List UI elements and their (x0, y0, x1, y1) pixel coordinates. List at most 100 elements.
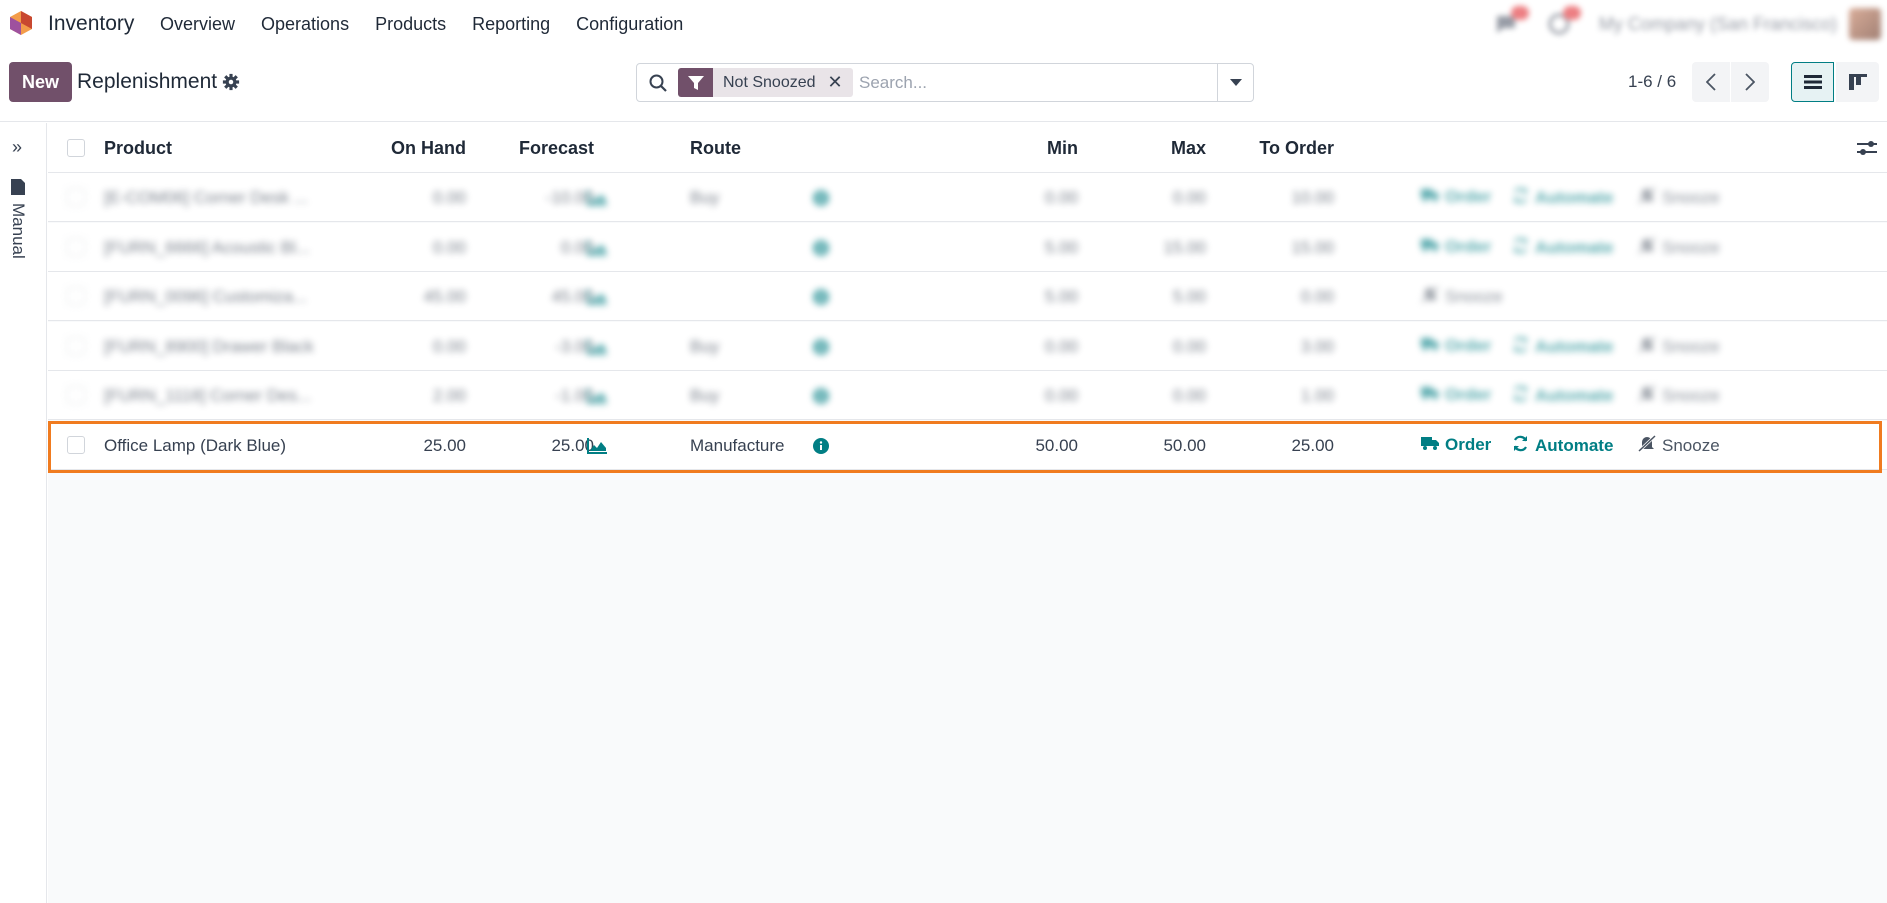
cell-route[interactable]: Buy (690, 188, 719, 208)
app-name[interactable]: Inventory (48, 12, 134, 36)
list-view-button[interactable] (1791, 62, 1834, 102)
cell-to-order[interactable]: 3.00 (1301, 337, 1334, 357)
cell-to-order[interactable]: 10.00 (1291, 188, 1334, 208)
column-forecast[interactable]: Forecast (519, 138, 594, 159)
pager-value[interactable]: 1-6 / 6 (1628, 72, 1676, 92)
cell-max[interactable]: 50.00 (1163, 436, 1206, 456)
order-button[interactable]: Order (1421, 336, 1491, 356)
info-icon[interactable] (813, 437, 829, 459)
search-options-toggle[interactable] (1217, 64, 1253, 101)
cell-min[interactable]: 0.00 (1045, 386, 1078, 406)
snooze-button[interactable]: Snooze (1637, 236, 1720, 259)
snooze-button[interactable]: Snooze (1420, 285, 1503, 308)
gear-icon[interactable] (222, 73, 240, 91)
cell-min[interactable]: 5.00 (1045, 238, 1078, 258)
info-icon[interactable] (813, 388, 829, 409)
order-button[interactable]: Order (1421, 187, 1491, 207)
odoo-app-logo-icon[interactable] (9, 10, 33, 36)
row-checkbox[interactable] (67, 386, 85, 404)
automate-button[interactable]: Automate (1512, 187, 1613, 209)
cell-product[interactable]: [FURN_1118] Corner Des... (104, 386, 311, 406)
activity-clock-icon[interactable] (1547, 6, 1581, 36)
info-icon[interactable] (813, 338, 829, 360)
column-route[interactable]: Route (690, 138, 741, 159)
select-all-checkbox[interactable] (67, 139, 85, 157)
menu-configuration[interactable]: Configuration (576, 14, 683, 35)
snooze-button[interactable]: Snooze (1637, 186, 1720, 209)
forecast-chart-icon[interactable] (587, 437, 607, 459)
expand-sidebar-icon[interactable]: » (12, 137, 22, 158)
cell-to-order[interactable]: 25.00 (1291, 436, 1334, 456)
order-button[interactable]: Order (1421, 237, 1491, 257)
info-icon[interactable] (813, 190, 829, 211)
info-icon[interactable] (813, 239, 829, 261)
remove-facet-icon[interactable]: ✕ (828, 72, 843, 93)
cell-max[interactable]: 0.00 (1173, 386, 1206, 406)
forecast-chart-icon[interactable] (587, 190, 607, 211)
cell-route[interactable]: Buy (690, 337, 719, 357)
menu-products[interactable]: Products (375, 14, 446, 35)
cell-min[interactable]: 0.00 (1045, 337, 1078, 357)
forecast-chart-icon[interactable] (587, 239, 607, 261)
order-button[interactable]: Order (1421, 385, 1491, 405)
cell-min[interactable]: 0.00 (1045, 188, 1078, 208)
kanban-view-button[interactable] (1836, 62, 1879, 102)
row-checkbox[interactable] (67, 336, 85, 355)
table-row[interactable]: [E-COM06] Corner Desk ... 0.00 -10.00 Buy 0.… (48, 173, 1887, 222)
snooze-button[interactable]: Snooze (1637, 335, 1720, 358)
column-to-order[interactable]: To Order (1259, 138, 1334, 159)
cell-max[interactable]: 5.00 (1173, 287, 1206, 307)
new-button[interactable]: New (9, 62, 72, 102)
column-min[interactable]: Min (1047, 138, 1078, 159)
order-button[interactable]: Order (1421, 435, 1491, 455)
column-product[interactable]: Product (104, 138, 172, 159)
row-checkbox[interactable] (67, 287, 85, 305)
forecast-chart-icon[interactable] (587, 388, 607, 409)
menu-overview[interactable]: Overview (160, 14, 235, 35)
automate-button[interactable]: Automate (1512, 385, 1613, 407)
automate-button[interactable]: Automate (1512, 435, 1613, 457)
chat-icon[interactable] (1495, 6, 1529, 36)
optional-columns-icon[interactable] (1857, 139, 1877, 157)
info-icon[interactable] (813, 289, 829, 310)
row-checkbox[interactable] (67, 188, 85, 206)
pager-previous-button[interactable] (1692, 62, 1730, 102)
table-row[interactable]: [FURN_0096] Customiza... 45.00 45.00 5.00 5.… (48, 272, 1887, 321)
cell-product[interactable]: Office Lamp (Dark Blue) (104, 436, 286, 456)
cell-to-order[interactable]: 0.00 (1301, 287, 1334, 307)
cell-max[interactable]: 0.00 (1173, 188, 1206, 208)
column-on-hand[interactable]: On Hand (391, 138, 466, 159)
cell-route[interactable]: Manufacture (690, 436, 785, 456)
cell-product[interactable]: [E-COM06] Corner Desk ... (104, 188, 308, 208)
table-row[interactable]: [FURN_6666] Acoustic Bl... 0.00 0.00 5.00 15… (48, 222, 1887, 272)
cell-max[interactable]: 15.00 (1163, 238, 1206, 258)
cell-min[interactable]: 50.00 (1035, 436, 1078, 456)
cell-product[interactable]: [FURN_6666] Acoustic Bl... (104, 238, 310, 258)
cell-min[interactable]: 5.00 (1045, 287, 1078, 307)
cell-route[interactable]: Buy (690, 386, 719, 406)
company-switcher[interactable]: My Company (San Francisco) (1599, 14, 1837, 35)
cell-product[interactable]: [FURN_8900] Drawer Black (104, 337, 314, 357)
cell-to-order[interactable]: 1.00 (1301, 386, 1334, 406)
table-row[interactable]: Office Lamp (Dark Blue) 25.00 25.00 Manufac… (48, 420, 1887, 470)
forecast-chart-icon[interactable] (587, 289, 607, 310)
automate-button[interactable]: Automate (1512, 237, 1613, 259)
user-avatar[interactable] (1849, 8, 1881, 40)
menu-operations[interactable]: Operations (261, 14, 349, 35)
cell-product[interactable]: [FURN_0096] Customiza... (104, 287, 307, 307)
pager-next-button[interactable] (1731, 62, 1769, 102)
cell-max[interactable]: 0.00 (1173, 337, 1206, 357)
sidebar-item-manual[interactable]: Manual (8, 203, 28, 259)
automate-button[interactable]: Automate (1512, 336, 1613, 358)
row-checkbox[interactable] (67, 435, 85, 454)
column-max[interactable]: Max (1171, 138, 1206, 159)
forecast-chart-icon[interactable] (587, 338, 607, 360)
table-row[interactable]: [FURN_8900] Drawer Black 0.00 -3.00 Buy 0.00… (48, 321, 1887, 371)
row-checkbox[interactable] (67, 237, 85, 256)
snooze-button[interactable]: Snooze (1637, 384, 1720, 407)
cell-to-order[interactable]: 15.00 (1291, 238, 1334, 258)
snooze-button[interactable]: Snooze (1637, 434, 1720, 457)
table-row[interactable]: [FURN_1118] Corner Des... 2.00 -1.00 Buy 0.0… (48, 371, 1887, 420)
search-input[interactable] (859, 70, 1209, 96)
menu-reporting[interactable]: Reporting (472, 14, 550, 35)
